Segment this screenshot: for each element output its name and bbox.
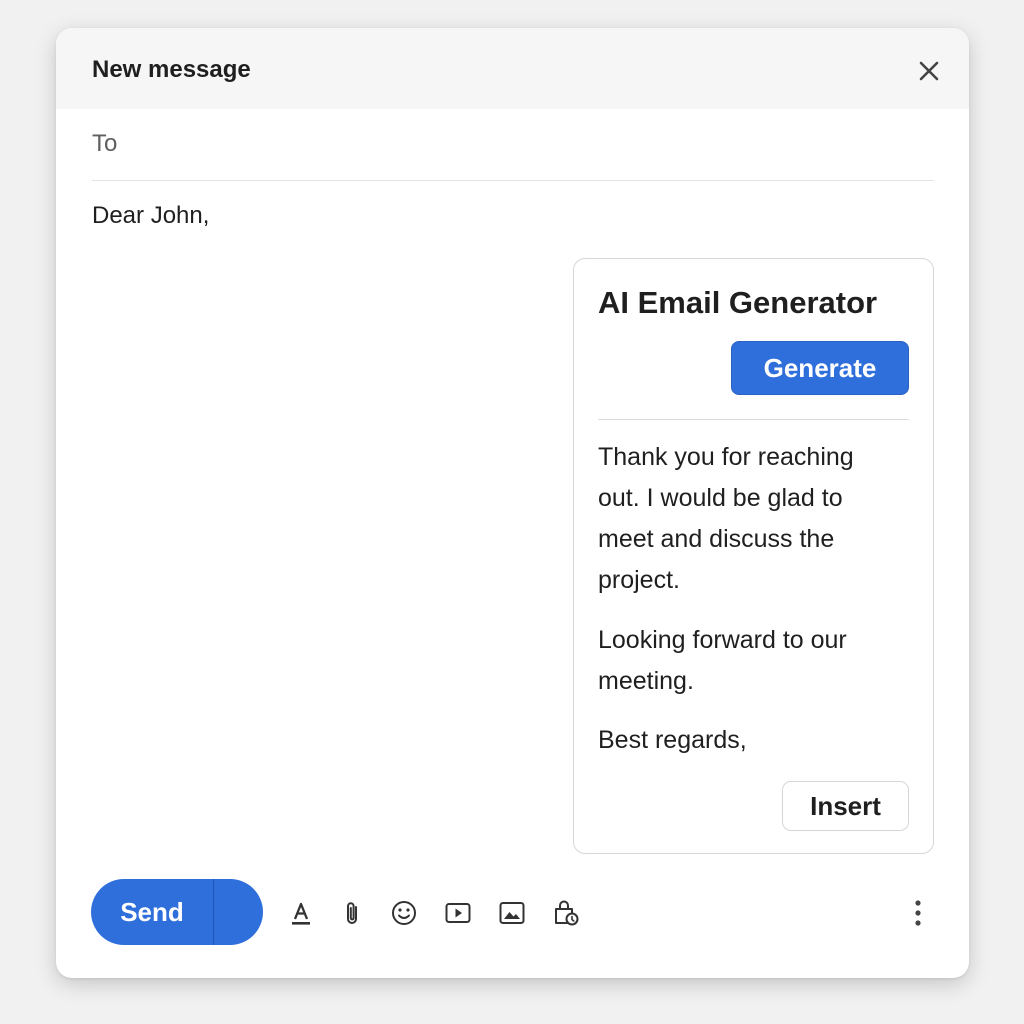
attach-icon: [347, 902, 357, 924]
more-options-button[interactable]: [904, 898, 932, 928]
close-icon: [919, 61, 939, 81]
more-options-icon: [915, 900, 921, 926]
generate-button[interactable]: Generate: [731, 341, 909, 395]
image-icon: [499, 902, 525, 924]
generated-paragraph: Thank you for reaching out. I would be g…: [598, 443, 854, 594]
compose-window: New message To Dear John, AI Email Gener…: [56, 28, 969, 978]
attach-button[interactable]: [337, 898, 367, 928]
generated-paragraph: Looking forward to our meeting.: [598, 626, 847, 695]
confidential-mode-button[interactable]: [551, 898, 581, 928]
compose-header: New message: [56, 28, 969, 109]
emoji-icon: [392, 901, 416, 925]
insert-button[interactable]: Insert: [782, 781, 909, 831]
compose-title: New message: [92, 56, 251, 83]
close-button[interactable]: [914, 56, 944, 86]
message-body[interactable]: Dear John,: [92, 202, 209, 230]
ai-panel-divider: [598, 419, 909, 420]
insert-photo-button[interactable]: [497, 898, 527, 928]
insert-video-button[interactable]: [443, 898, 473, 928]
send-button[interactable]: Send: [91, 879, 213, 945]
send-button-group: Send: [91, 879, 263, 945]
send-options-button[interactable]: [214, 879, 263, 945]
video-icon: [445, 903, 471, 923]
to-field[interactable]: To: [92, 130, 934, 181]
confidential-mode-icon: [555, 900, 579, 926]
ai-email-generator-panel: AI Email Generator Generate Thank you fo…: [573, 258, 934, 854]
formatting-button[interactable]: [286, 898, 316, 928]
to-label: To: [92, 130, 118, 157]
emoji-button[interactable]: [389, 898, 419, 928]
ai-panel-title: AI Email Generator: [598, 285, 878, 320]
format-text-icon: [292, 902, 310, 925]
generated-paragraph: Best regards,: [598, 726, 747, 754]
